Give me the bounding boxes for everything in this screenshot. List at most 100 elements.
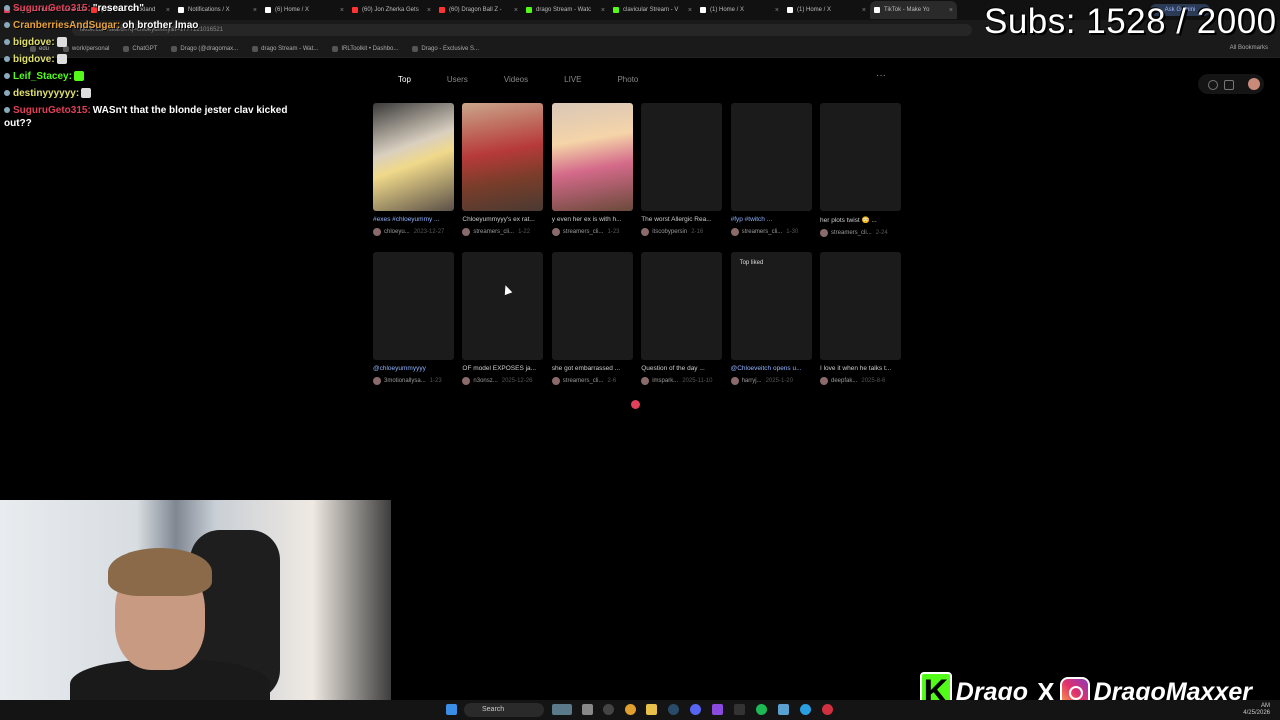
tab-close-icon[interactable]: × [427,7,431,14]
browser-tab[interactable]: (1) Home / X × [783,1,870,19]
video-card[interactable]: Question of the day ... imspark... 2025-11… [641,252,723,385]
video-card[interactable]: she got embarrassed ... streamers_cli... 2… [551,252,633,385]
video-card[interactable]: y even her ex is with h... streamers_cli.… [551,103,633,236]
inbox-icon[interactable] [1224,80,1234,90]
discord-icon[interactable] [690,704,701,715]
tab-close-icon[interactable]: × [775,7,779,14]
author-name[interactable]: streamers_cli... [742,229,783,235]
tab-close-icon[interactable]: × [340,7,344,14]
author-avatar[interactable] [551,228,560,236]
video-card[interactable]: #exes #chloeyummy ... chloeyu... 2023-12-2… [373,103,454,236]
author-name[interactable]: streamers_cli... [473,229,514,235]
author-avatar[interactable] [641,228,650,236]
author-avatar[interactable] [373,377,381,385]
video-card[interactable]: The worst Allergic Rea... itscobypersin 2-… [641,103,723,236]
video-card[interactable]: I love it when he talks t... deepfak... 20… [820,252,901,385]
windows-start-icon[interactable] [446,704,457,715]
browser-tab[interactable]: (60) Jon Zherka Gets × [348,1,435,19]
app-grid-icon[interactable] [712,704,723,715]
messages-icon[interactable] [1208,80,1218,90]
browser-tab[interactable]: TikTok - Make Yo × [870,1,957,19]
video-caption[interactable]: @Chloeveitch opens u... [731,365,812,372]
author-avatar[interactable] [373,228,381,236]
author-name[interactable]: streamers_cli... [563,378,604,384]
tab-close-icon[interactable]: × [601,7,605,14]
spotify-icon[interactable] [756,704,767,715]
video-thumbnail[interactable] [462,103,544,211]
tab-close-icon[interactable]: × [862,7,866,14]
tab-close-icon[interactable]: × [688,7,692,14]
profile-avatar[interactable] [1248,78,1260,90]
telegram-icon[interactable] [800,704,811,715]
video-thumbnail[interactable] [551,252,633,360]
search-tab-videos[interactable]: Videos [504,75,528,84]
author-avatar[interactable] [462,228,471,236]
author-avatar[interactable] [820,377,828,385]
author-avatar[interactable] [730,228,739,236]
author-avatar[interactable] [730,377,739,385]
browser-tab[interactable]: (1) Home / X × [696,1,783,19]
author-name[interactable]: harryj... [742,378,762,384]
video-caption[interactable]: she got embarrassed ... [552,365,633,372]
recording-icon[interactable] [822,704,833,715]
author-name[interactable]: 3motionallysa... [384,378,426,384]
video-caption[interactable]: OF model EXPOSES ja... [462,365,543,372]
video-caption[interactable]: #exes #chloeyummy ... [373,216,454,223]
more-options-icon[interactable]: ··· [876,70,886,81]
video-caption[interactable]: #fyp #twitch ... [731,216,812,223]
video-thumbnail[interactable] [373,252,454,360]
video-thumbnail[interactable]: Top liked [730,252,812,360]
author-avatar[interactable] [641,377,650,385]
video-thumbnail[interactable] [641,103,723,211]
video-caption[interactable]: @chloeyummyyyy [373,365,454,372]
search-tab-users[interactable]: Users [447,75,468,84]
author-name[interactable]: chloeyu... [384,229,410,235]
widgets-icon[interactable] [552,704,572,715]
task-view-icon[interactable] [582,704,593,715]
browser-tab[interactable]: (60) Dragon Ball Z - × [435,1,522,19]
author-avatar[interactable] [462,377,471,385]
video-card[interactable]: her plots twist 😳 ... streamers_cli... 2-2… [820,103,901,237]
search-tab-live[interactable]: LIVE [564,75,581,84]
video-thumbnail[interactable] [820,103,901,211]
video-card[interactable]: @chloeyummyyyy 3motionallysa... 1-23 [373,252,454,385]
author-avatar[interactable] [551,377,560,385]
video-caption[interactable]: I love it when he talks t... [820,365,901,372]
browser-tab[interactable]: clavicular Stream - V × [609,1,696,19]
system-clock[interactable]: AM 4/25/2026 [1243,703,1270,717]
notepad-icon[interactable] [778,704,789,715]
search-tab-photo[interactable]: Photo [617,75,638,84]
video-caption[interactable]: y even her ex is with h... [552,216,633,223]
tab-close-icon[interactable]: × [949,7,953,14]
video-thumbnail[interactable] [820,252,901,360]
bookmark-item[interactable]: IRLToolkit • Dashbo... [332,45,398,52]
author-avatar[interactable] [820,229,828,237]
tab-close-icon[interactable]: × [514,7,518,14]
author-name[interactable]: itscobypersin [652,229,687,235]
video-caption[interactable]: Question of the day ... [641,365,722,372]
taskbar-search[interactable]: Search [464,703,544,717]
browser-tab[interactable]: drago Stream - Watc × [522,1,609,19]
video-thumbnail[interactable] [641,252,723,360]
video-card[interactable]: Top liked @Chloeveitch opens u... harryj..… [730,252,812,385]
terminal-icon[interactable] [734,704,745,715]
obs-icon[interactable] [603,704,614,715]
video-caption[interactable]: Chloeyummyyy's ex rat... [462,216,543,223]
author-name[interactable]: n3onsz... [473,378,497,384]
video-caption[interactable]: The worst Allergic Rea... [641,216,722,223]
video-card[interactable]: Chloeyummyyy's ex rat... streamers_cli...… [462,103,544,236]
author-name[interactable]: streamers_cli... [831,230,872,236]
video-thumbnail[interactable] [730,103,812,211]
all-bookmarks-button[interactable]: All Bookmarks [1230,45,1268,51]
video-thumbnail[interactable] [373,103,454,211]
video-thumbnail[interactable] [551,103,633,211]
bookmark-item[interactable]: Drago - Exclusive S... [412,45,479,52]
video-card[interactable]: OF model EXPOSES ja... n3onsz... 2025-12-2… [462,252,544,385]
video-card[interactable]: #fyp #twitch ... streamers_cli... 1-30 [730,103,812,236]
search-tab-top[interactable]: Top [398,75,411,84]
author-name[interactable]: deepfak... [831,378,857,384]
steam-icon[interactable] [668,704,679,715]
video-thumbnail[interactable] [462,252,544,360]
author-name[interactable]: streamers_cli... [563,229,604,235]
chrome-icon[interactable] [625,704,636,715]
